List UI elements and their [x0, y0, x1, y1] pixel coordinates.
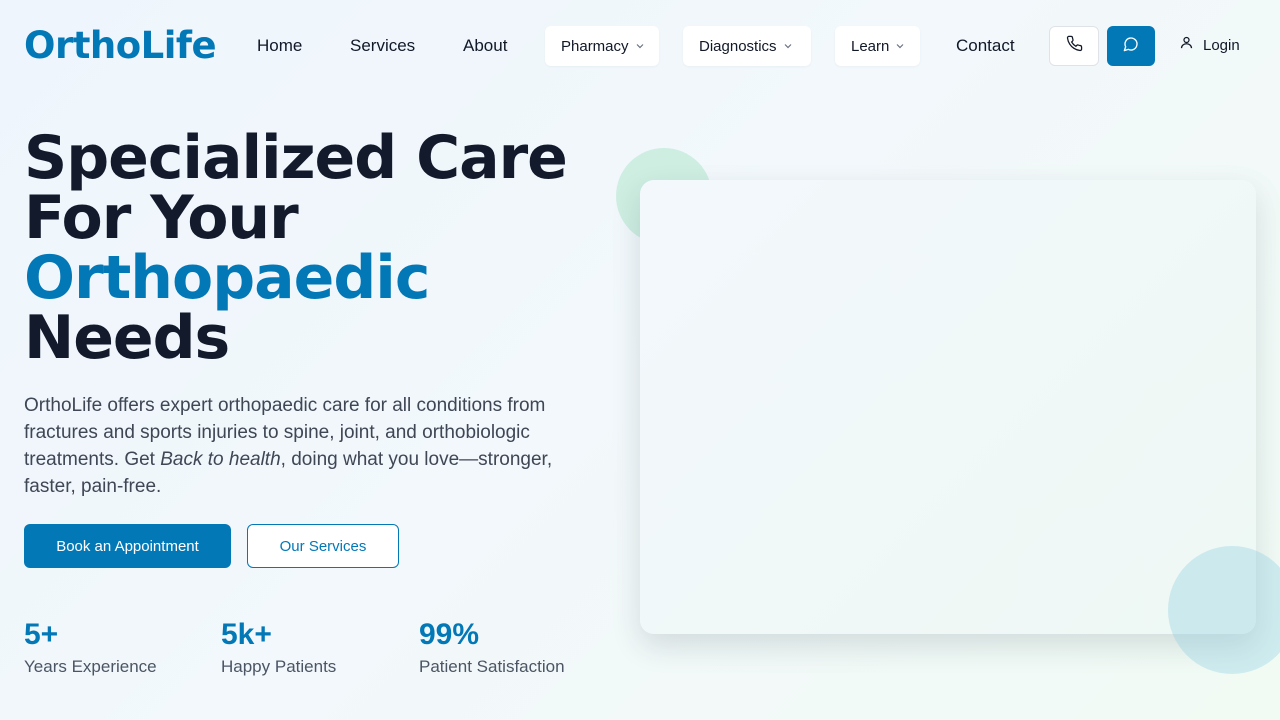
chat-bubble-icon [1123, 36, 1139, 57]
login-link[interactable]: Login [1179, 34, 1240, 58]
decorative-circle [1168, 546, 1280, 674]
chat-button[interactable] [1107, 26, 1155, 66]
hero-title: Specialized Care For Your Orthopaedic Ne… [24, 123, 568, 373]
nav-diagnostics-dropdown[interactable]: Diagnostics [683, 26, 811, 66]
nav-diagnostics-label: Diagnostics [699, 37, 777, 55]
nav-pharmacy-dropdown[interactable]: Pharmacy [545, 26, 659, 66]
our-services-button[interactable]: Our Services [247, 524, 399, 568]
nav-learn-dropdown[interactable]: Learn [835, 26, 920, 66]
stat-label: Happy Patients [221, 657, 337, 676]
stat-value: 99% [419, 618, 480, 651]
hero-description: OrthoLife offers expert orthopaedic care… [24, 392, 584, 500]
stat-satisfaction: 99% Patient Satisfaction [419, 618, 565, 678]
stat-years: 5+ Years Experience [24, 618, 157, 678]
hero-desc-emphasis: Back to health [160, 449, 281, 470]
nav-contact[interactable]: Contact [956, 34, 1015, 58]
ortholife-logo[interactable]: OrthoLife [24, 24, 217, 68]
nav-services[interactable]: Services [350, 34, 415, 58]
stat-value: 5k+ [221, 618, 272, 651]
hero-title-line: Specialized Care [24, 123, 568, 193]
phone-icon [1066, 35, 1083, 57]
stat-value: 5+ [24, 618, 59, 651]
user-icon [1179, 34, 1203, 58]
stat-label: Patient Satisfaction [419, 657, 565, 676]
nav-about[interactable]: About [463, 34, 507, 58]
call-button[interactable] [1049, 26, 1099, 66]
chevron-down-icon [895, 41, 905, 51]
nav-pharmacy-label: Pharmacy [561, 37, 629, 55]
book-appointment-button[interactable]: Book an Appointment [24, 524, 231, 568]
hero-title-line: Needs [24, 303, 230, 373]
chevron-down-icon [783, 41, 793, 51]
site-header: OrthoLife Home Services About Pharmacy D… [0, 0, 1280, 94]
chevron-down-icon [635, 41, 645, 51]
nav-learn-label: Learn [851, 37, 890, 55]
hero-title-accent: Orthopaedic [24, 243, 430, 313]
stat-label: Years Experience [24, 657, 157, 676]
hero-title-line: For Your [24, 183, 299, 253]
nav-home[interactable]: Home [257, 34, 302, 58]
stat-patients: 5k+ Happy Patients [221, 618, 336, 678]
login-label: Login [1203, 37, 1240, 54]
hero-image-card [640, 180, 1256, 634]
